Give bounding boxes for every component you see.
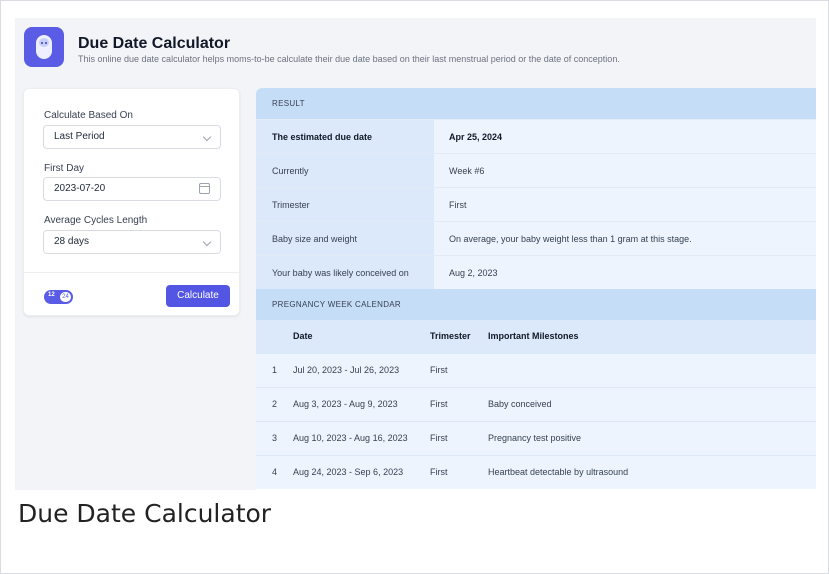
chevron-down-icon [202,237,212,247]
calendar-icon[interactable] [199,183,210,194]
first-day-input[interactable]: 2023-07-20 [43,177,221,201]
column-header-milestones: Important Milestones [488,331,579,341]
toggle-on-label: 12 [48,292,55,298]
calendar-heading: PREGNANCY WEEK CALENDAR [256,289,816,320]
cycle-select-value: 28 days [54,236,90,247]
table-row: 4 Aug 24, 2023 - Sep 6, 2023 First Heart… [256,455,816,489]
result-key: Your baby was likely conceived on [256,256,434,290]
week-trimester: First [430,365,448,375]
calculator-form: Calculate Based On Last Period First Day… [23,88,240,316]
result-value: Week #6 [434,154,816,188]
result-row: Baby size and weight On average, your ba… [256,221,816,256]
week-number: 2 [272,399,278,409]
screenshot-frame: Due Date Calculator This online due date… [0,0,829,574]
result-key: Trimester [256,188,434,222]
result-value: First [434,188,816,222]
week-trimester: First [430,467,448,477]
baby-icon [24,27,64,67]
card-divider [24,272,239,273]
basis-select-value: Last Period [54,131,105,142]
result-key: Baby size and weight [256,222,434,256]
week-number: 4 [272,467,278,477]
week-format-toggle[interactable]: 12 24 [44,290,73,304]
result-value: Aug 2, 2023 [434,256,816,290]
result-key: The estimated due date [256,120,434,154]
week-trimester: First [430,433,448,443]
calendar-table-header: Date Trimester Important Milestones [256,320,816,353]
week-dates: Aug 3, 2023 - Aug 9, 2023 [293,399,398,409]
toggle-knob: 24 [60,292,71,302]
cycle-label: Average Cycles Length [44,215,148,226]
result-row: Currently Week #6 [256,153,816,188]
result-value: On average, your baby weight less than 1… [434,222,816,256]
column-header-trimester: Trimester [430,331,471,341]
week-trimester: First [430,399,448,409]
page-subtitle: This online due date calculator helps mo… [78,54,620,64]
calculate-button[interactable]: Calculate [166,285,230,307]
week-milestone: Baby conceived [488,399,552,409]
week-milestone: Pregnancy test positive [488,433,582,443]
week-milestone: Heartbeat detectable by ultrasound [488,467,629,477]
result-heading: RESULT [256,88,816,119]
week-dates: Aug 10, 2023 - Aug 16, 2023 [293,433,408,443]
chevron-down-icon [202,132,212,142]
week-dates: Jul 20, 2023 - Jul 26, 2023 [293,365,400,375]
page-title: Due Date Calculator [78,35,231,52]
result-value: Apr 25, 2024 [434,120,816,154]
table-row: 2 Aug 3, 2023 - Aug 9, 2023 First Baby c… [256,387,816,421]
table-row: 3 Aug 10, 2023 - Aug 16, 2023 First Preg… [256,421,816,455]
week-number: 1 [272,365,278,375]
result-key: Currently [256,154,434,188]
table-row: 1 Jul 20, 2023 - Jul 26, 2023 First [256,353,816,387]
column-header-date: Date [293,331,313,341]
screenshot-caption: Due Date Calculator [18,499,272,528]
first-day-label: First Day [44,163,84,174]
cycle-select[interactable]: 28 days [43,230,221,254]
week-dates: Aug 24, 2023 - Sep 6, 2023 [293,467,404,477]
result-row: The estimated due date Apr 25, 2024 [256,119,816,154]
results-panel: RESULT The estimated due date Apr 25, 20… [256,88,816,490]
result-row: Your baby was likely conceived on Aug 2,… [256,255,816,290]
basis-select[interactable]: Last Period [43,125,221,149]
first-day-value: 2023-07-20 [54,183,106,194]
week-number: 3 [272,433,278,443]
basis-label: Calculate Based On [44,110,133,121]
result-row: Trimester First [256,187,816,222]
app-panel: Due Date Calculator This online due date… [15,18,816,490]
